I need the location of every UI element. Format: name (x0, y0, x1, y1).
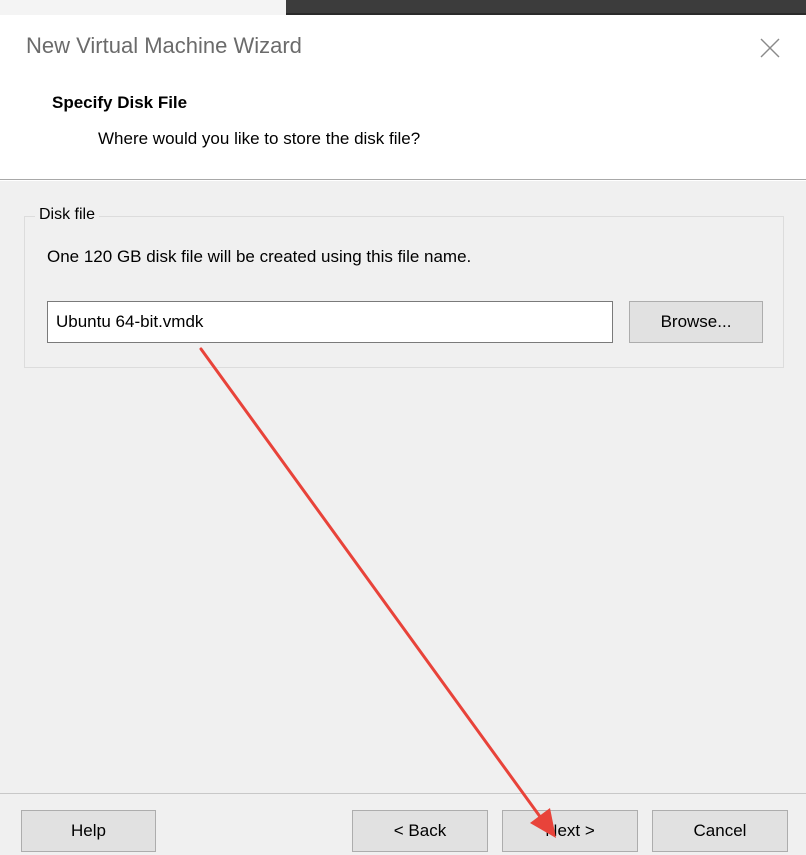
cancel-button[interactable]: Cancel (652, 810, 788, 852)
disk-file-group-label: Disk file (35, 206, 100, 224)
wizard-header: Specify Disk File Where would you like t… (0, 83, 806, 180)
window-title: New Virtual Machine Wizard (26, 33, 302, 58)
close-button[interactable] (752, 31, 788, 67)
disk-file-description: One 120 GB disk file will be created usi… (47, 247, 472, 266)
browse-button[interactable]: Browse... (629, 301, 763, 343)
page-title: Specify Disk File (52, 93, 188, 112)
disk-file-group: Disk file One 120 GB disk file will be c… (24, 206, 784, 368)
back-button[interactable]: < Back (352, 810, 488, 852)
close-icon (760, 38, 780, 58)
background-window-strip (0, 0, 286, 15)
next-button[interactable]: Next > (502, 810, 638, 852)
page-subtitle: Where would you like to store the disk f… (98, 129, 421, 148)
disk-file-name-input[interactable] (47, 301, 613, 343)
help-button[interactable]: Help (21, 810, 156, 852)
wizard-footer: Help < Back Next > Cancel (0, 793, 806, 855)
title-bar: New Virtual Machine Wizard (0, 15, 806, 83)
wizard-dialog: New Virtual Machine Wizard Specify Disk … (0, 15, 806, 855)
wizard-content: Disk file One 120 GB disk file will be c… (0, 181, 806, 793)
